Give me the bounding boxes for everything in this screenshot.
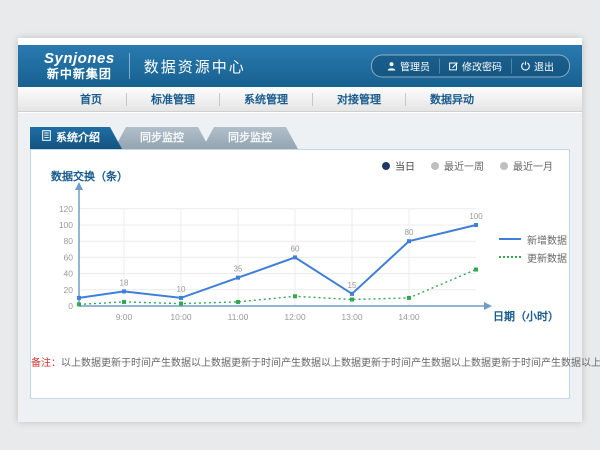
user-icon [387, 62, 396, 71]
svg-text:120: 120 [59, 204, 73, 214]
logout-label: 退出 [534, 59, 554, 74]
tab-system-intro[interactable]: 系统介绍 [30, 127, 122, 149]
svg-text:100: 100 [469, 212, 483, 221]
footnote: 备注：以上数据更新于时间产生数据以上数据更新于时间产生数据以上数据更新于时间产生… [31, 354, 569, 369]
change-password-button[interactable]: 修改密码 [439, 59, 511, 74]
svg-text:18: 18 [120, 278, 129, 287]
footnote-text: 以上数据更新于时间产生数据以上数据更新于时间产生数据以上数据更新于时间产生数据以… [61, 358, 600, 369]
legend-label: 新增数据 [527, 232, 567, 247]
current-user-label: 管理员 [400, 59, 430, 74]
legend-line-solid-icon [499, 238, 521, 240]
nav-item-home[interactable]: 首页 [56, 91, 126, 107]
document-icon [42, 127, 51, 149]
logo-company: 新中新集团 [44, 68, 115, 82]
nav-item-data-change[interactable]: 数据异动 [406, 91, 498, 107]
change-password-label: 修改密码 [462, 59, 502, 74]
nav-item-integration-mgmt[interactable]: 对接管理 [313, 91, 405, 107]
logo-wordmark: Synjones [44, 50, 115, 67]
svg-text:11:00: 11:00 [228, 312, 249, 322]
svg-text:12:00: 12:00 [284, 312, 306, 322]
svg-text:14:00: 14:00 [398, 312, 420, 322]
svg-text:10:00: 10:00 [170, 312, 192, 322]
app-root: { "window": { "logo_line1": "Synjones", … [0, 0, 600, 450]
main-nav: 首页 标准管理 系统管理 对接管理 数据异动 [18, 87, 582, 112]
nav-item-standard-mgmt[interactable]: 标准管理 [127, 91, 219, 107]
legend-line-dotted-icon [499, 256, 521, 258]
edit-icon [449, 62, 458, 71]
svg-text:日期（小时）: 日期（小时） [493, 309, 559, 323]
page-title: 数据资源中心 [144, 56, 246, 77]
svg-text:100: 100 [59, 220, 73, 230]
nav-item-system-mgmt[interactable]: 系统管理 [220, 91, 312, 107]
tab-label: 同步监控 [140, 127, 184, 149]
tab-label: 同步监控 [228, 127, 272, 149]
svg-text:0: 0 [68, 301, 73, 311]
current-user-button[interactable]: 管理员 [378, 59, 439, 74]
svg-text:40: 40 [64, 269, 74, 279]
chart-legend: 新增数据 更新数据 [499, 230, 567, 266]
tab-sync-monitor-1[interactable]: 同步监控 [114, 127, 210, 149]
svg-text:10: 10 [177, 285, 186, 294]
footnote-label: 备注： [31, 358, 61, 369]
tab-bar: 系统介绍 同步监控 同步监控 [30, 127, 298, 149]
user-toolbar: 管理员 修改密码 退出 [371, 55, 570, 78]
tab-label: 系统介绍 [56, 127, 100, 149]
svg-text:20: 20 [64, 285, 74, 295]
page: Synjones 新中新集团 数据资源中心 管理员 修改密码 [18, 38, 582, 422]
chart-panel: 当日 最近一周 最近一月 0204060801001209:0010:0011:… [30, 149, 570, 399]
legend-item-update-data[interactable]: 更新数据 [499, 248, 567, 266]
logout-button[interactable]: 退出 [511, 59, 563, 74]
svg-text:35: 35 [234, 265, 243, 274]
tab-sync-monitor-2[interactable]: 同步监控 [202, 127, 298, 149]
line-chart: 0 20 40 60 80 100 120 9:00 10:00 11:00 12:00 13:00 1… [31, 150, 571, 335]
legend-item-new-data[interactable]: 新增数据 [499, 230, 567, 248]
header-divider [129, 53, 130, 79]
power-icon [521, 62, 530, 71]
svg-text:数据交换（条）: 数据交换（条） [51, 169, 128, 183]
header: Synjones 新中新集团 数据资源中心 管理员 修改密码 [18, 45, 582, 87]
svg-text:80: 80 [64, 236, 74, 246]
svg-text:80: 80 [405, 228, 414, 237]
svg-text:9:00: 9:00 [116, 312, 133, 322]
svg-text:13:00: 13:00 [341, 312, 363, 322]
legend-label: 更新数据 [527, 250, 567, 265]
svg-text:60: 60 [64, 252, 74, 262]
content-area: 系统介绍 同步监控 同步监控 当日 最近一周 [18, 113, 582, 422]
svg-text:15: 15 [348, 281, 357, 290]
logo: Synjones 新中新集团 [44, 50, 115, 81]
svg-text:60: 60 [291, 244, 300, 253]
